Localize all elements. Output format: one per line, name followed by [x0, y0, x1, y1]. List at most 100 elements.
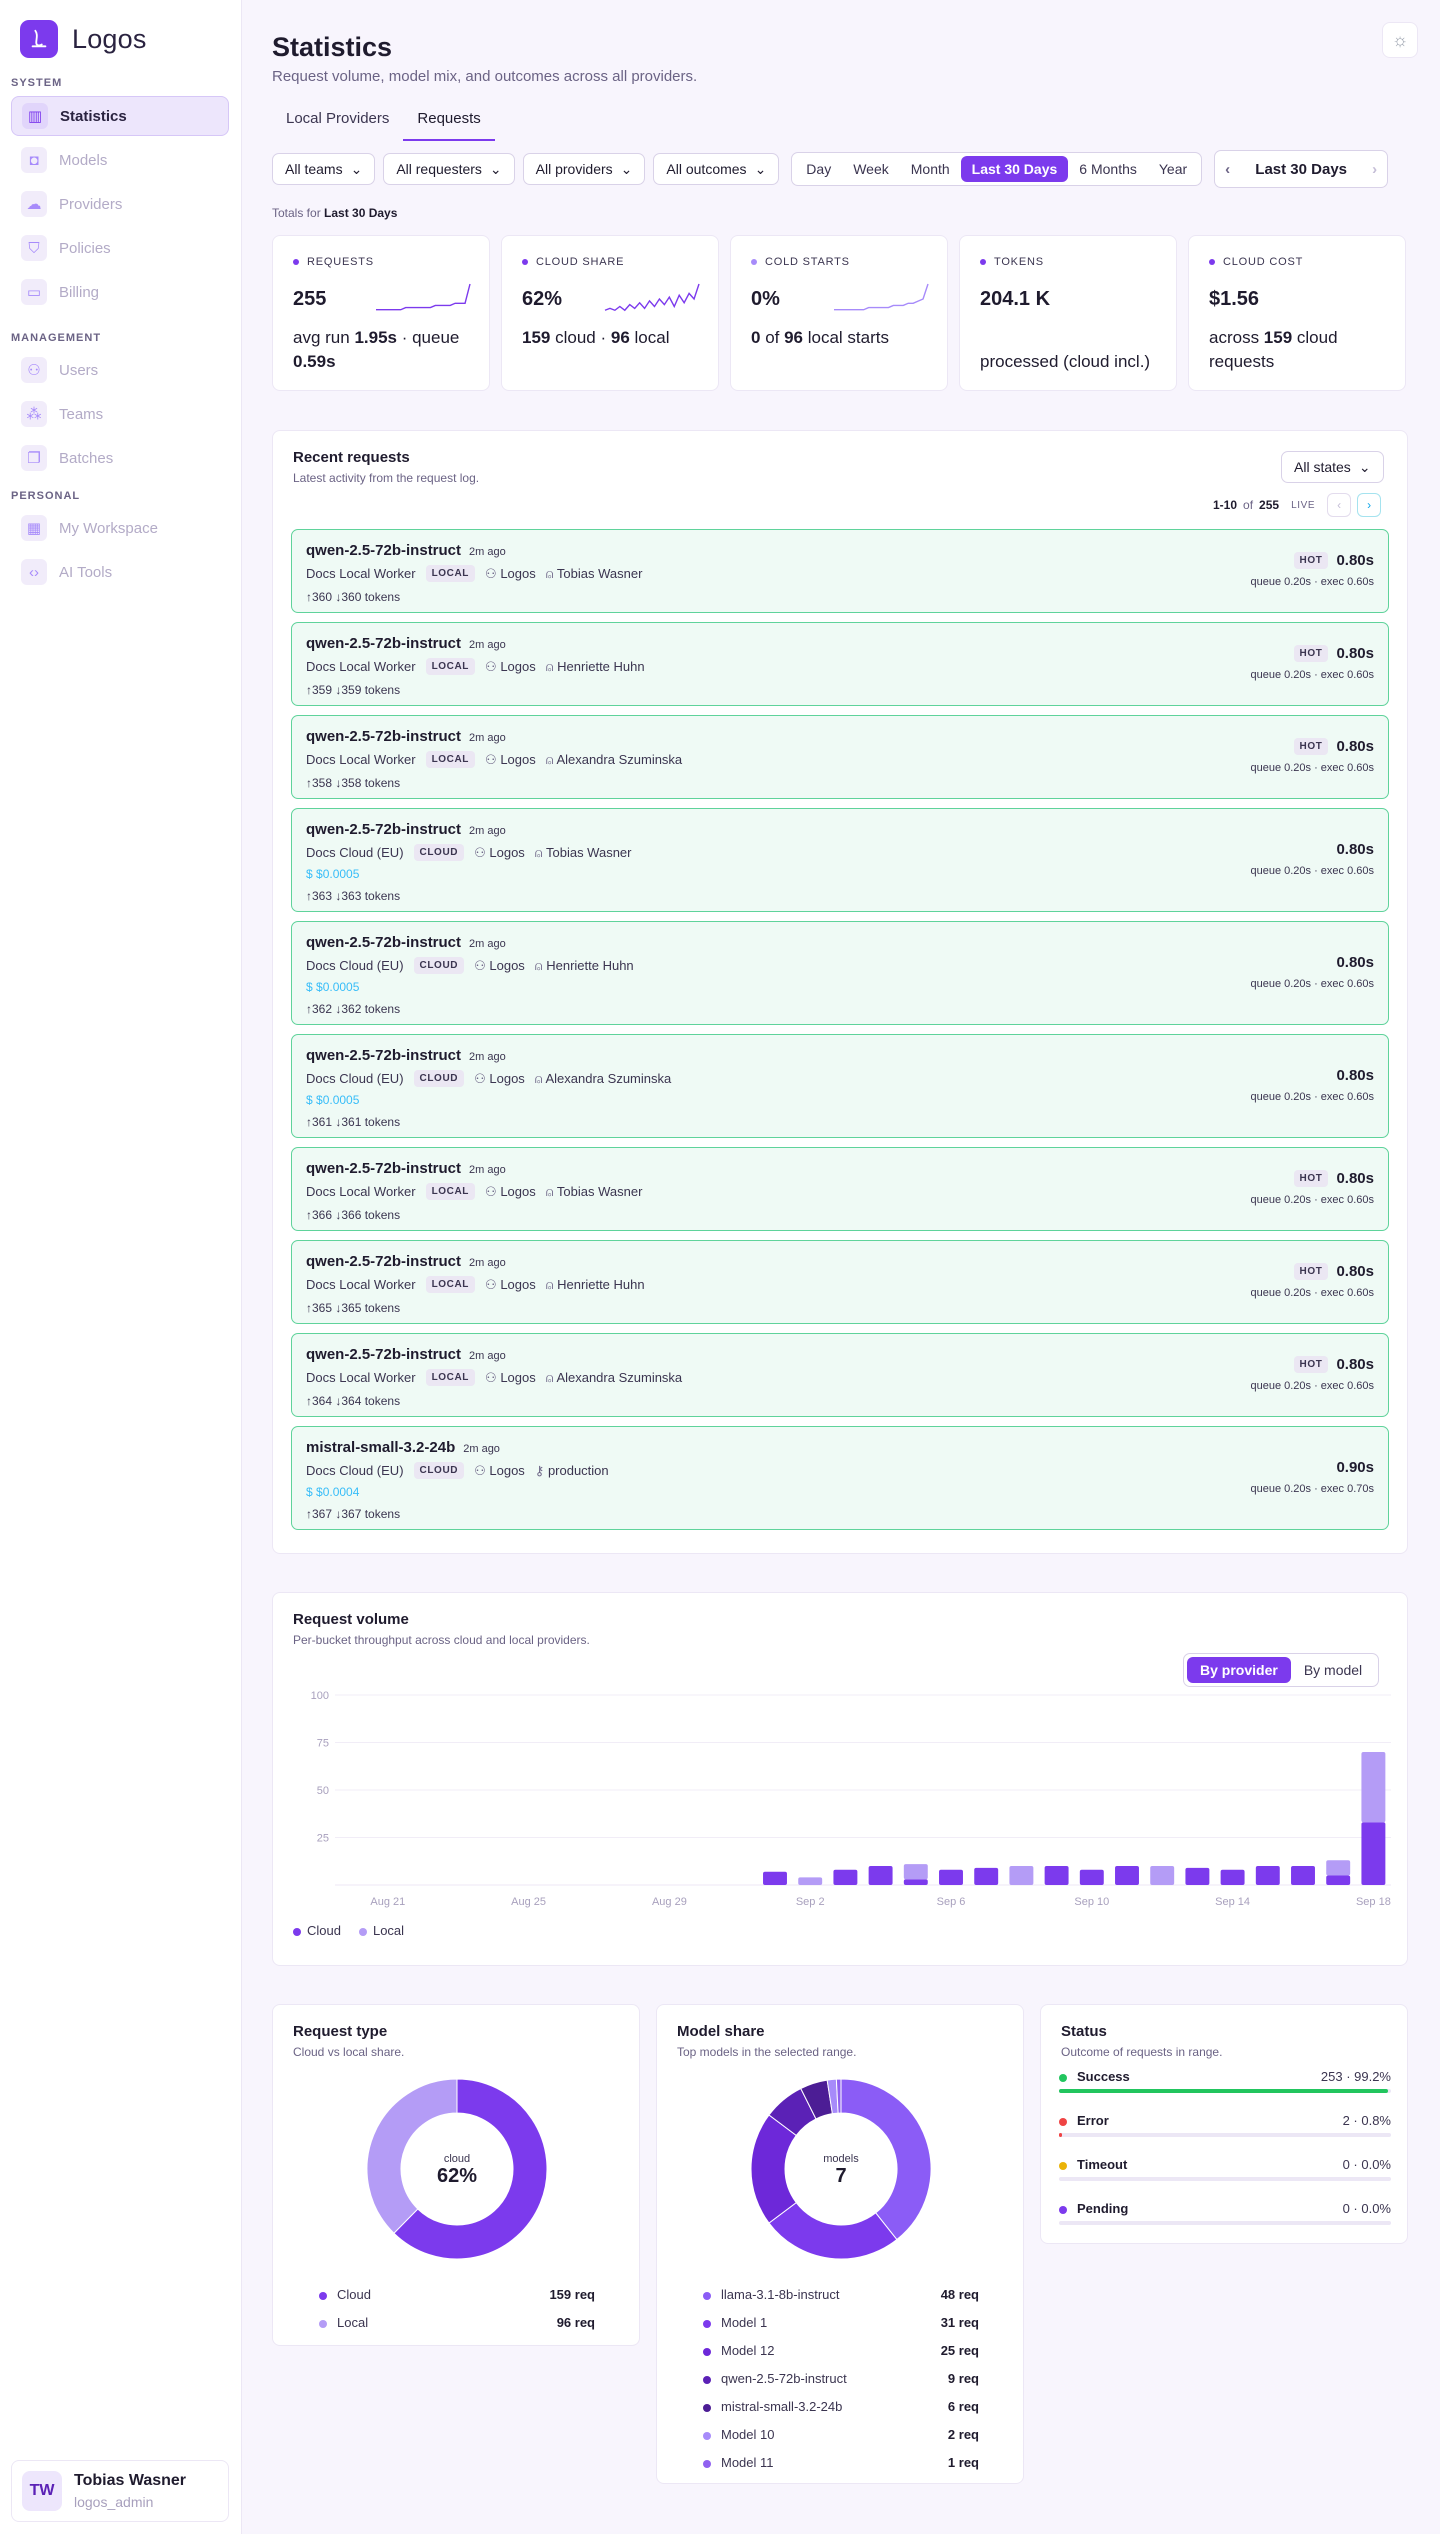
requesters-filter[interactable]: All requesters ⌄ — [383, 153, 515, 185]
user-menu[interactable]: TW Tobias Wasner logos_admin — [11, 2460, 229, 2522]
sidebar-item-batches[interactable]: ❐ Batches — [11, 438, 229, 478]
request-duration: HOT 0.80s — [1293, 645, 1374, 662]
request-user-name: Alexandra Szuminska — [556, 751, 683, 767]
chevron-left-icon[interactable]: ‹ — [1225, 161, 1230, 178]
sidebar-item-my-workspace[interactable]: ▦ My Workspace — [11, 508, 229, 548]
sidebar-item-billing[interactable]: ▭ Billing — [11, 272, 229, 312]
status-bar — [1059, 2221, 1391, 2225]
legend-label: Model 11 — [703, 2455, 774, 2470]
user-icon: ⍝ — [545, 565, 557, 581]
legend-value: 6 req — [947, 2399, 979, 2414]
request-user-name: Alexandra Szuminska — [545, 1070, 672, 1086]
kpi-label: CLOUD SHARE — [522, 256, 624, 268]
kpi-dot — [751, 259, 757, 265]
state-filter[interactable]: All states ⌄ — [1281, 451, 1384, 483]
x-tick-label: Sep 6 — [937, 1896, 966, 1908]
bar-local — [903, 1864, 928, 1880]
teams-filter[interactable]: All teams ⌄ — [272, 153, 376, 185]
range-navigator: ‹ Last 30 Days › — [1214, 150, 1389, 188]
prev-page-button[interactable]: ‹ — [1327, 493, 1352, 517]
request-duration-value: 0.80s — [1336, 552, 1374, 569]
user-icon: ⍝ — [545, 1276, 558, 1292]
dollar-icon: $ — [306, 980, 317, 994]
bar-cloud — [1255, 1866, 1280, 1885]
logo[interactable]: Logos — [20, 20, 147, 58]
sidebar-item-ai-tools[interactable]: ‹› AI Tools — [11, 552, 229, 592]
dollar-icon: $ — [306, 1093, 317, 1107]
status-bar — [1059, 2133, 1391, 2137]
range-option-last-30-days[interactable]: Last 30 Days — [960, 156, 1069, 182]
request-tokens: ↑362 ↓362 tokens — [306, 1002, 401, 1016]
next-page-button[interactable]: › — [1357, 493, 1382, 517]
request-row[interactable]: mistral-small-3.2-24b 2m ago Docs Cloud (E… — [291, 1426, 1389, 1530]
request-row[interactable]: qwen-2.5-72b-instruct 2m ago Docs Local Wo… — [291, 622, 1389, 706]
request-queue-exec: queue 0.20s · exec 0.60s — [1250, 865, 1374, 877]
sidebar-item-models[interactable]: ◘ Models — [11, 140, 229, 180]
range-option-year[interactable]: Year — [1148, 156, 1198, 182]
request-duration: HOT 0.80s — [1293, 1356, 1374, 1373]
legend-row: Model 1 31 req — [703, 2315, 979, 2330]
outcomes-filter[interactable]: All outcomes ⌄ — [653, 153, 780, 185]
request-team-name: Logos — [500, 1183, 536, 1199]
request-meta: Docs Cloud (EU) CLOUD ⚇ Logos ⍝ Alexandra S… — [306, 1070, 671, 1087]
request-team-name: Logos — [500, 658, 536, 674]
theme-toggle-button[interactable]: ☼ — [1382, 22, 1418, 58]
request-model: qwen-2.5-72b-instruct 2m ago — [306, 1253, 506, 1270]
model-share-card: Model share Top models in the selected r… — [656, 2004, 1024, 2484]
range-option-month[interactable]: Month — [900, 156, 961, 182]
sidebar-item-label: Users — [59, 361, 99, 379]
range-option-day[interactable]: Day — [795, 156, 842, 182]
legend-dot — [703, 2375, 711, 2384]
bar-local — [1150, 1866, 1175, 1885]
sidebar-item-teams[interactable]: ⁂ Teams — [11, 394, 229, 434]
chevron-right-icon[interactable]: › — [1372, 161, 1377, 178]
request-provider: Docs Local Worker — [306, 659, 416, 674]
status-bar — [1059, 2089, 1391, 2093]
request-row[interactable]: qwen-2.5-72b-instruct 2m ago Docs Local Wo… — [291, 1333, 1389, 1417]
request-team: ⚇ Logos — [485, 1277, 536, 1293]
request-row[interactable]: qwen-2.5-72b-instruct 2m ago Docs Local Wo… — [291, 715, 1389, 799]
legend-dot — [703, 2431, 711, 2440]
bar-cloud — [1220, 1869, 1245, 1885]
sidebar-item-statistics[interactable]: ▥ Statistics — [11, 96, 229, 136]
request-model: mistral-small-3.2-24b 2m ago — [306, 1439, 500, 1456]
range-navigator-label: Last 30 Days — [1255, 160, 1348, 178]
kpi-label-text: TOKENS — [994, 256, 1044, 268]
status-bar-fill — [1059, 2089, 1389, 2093]
request-meta: Docs Local Worker LOCAL ⚇ Logos ⍝ Tobias Wa… — [306, 1183, 642, 1200]
request-time: 2m ago — [469, 938, 506, 950]
sidebar-item-users[interactable]: ⚇ Users — [11, 350, 229, 390]
bar-cloud — [939, 1869, 963, 1885]
range-option-week[interactable]: Week — [842, 156, 900, 182]
kpi-card-cloud-cost: CLOUD COST $1.56 across 159 cloud requests — [1188, 235, 1406, 391]
request-row[interactable]: qwen-2.5-72b-instruct 2m ago Docs Cloud (E… — [291, 1034, 1389, 1138]
request-cost-value: $0.0005 — [316, 1093, 360, 1107]
tab-requests[interactable]: Requests — [403, 106, 495, 141]
provider-kind-badge: LOCAL — [425, 751, 476, 768]
hot-badge: HOT — [1293, 1170, 1329, 1187]
team-icon: ⚇ — [485, 658, 501, 674]
provider-kind-badge: LOCAL — [425, 1276, 476, 1293]
sidebar-item-policies[interactable]: ⛉ Policies — [11, 228, 229, 268]
sidebar-item-providers[interactable]: ☁ Providers — [11, 184, 229, 224]
request-row[interactable]: qwen-2.5-72b-instruct 2m ago Docs Local Wo… — [291, 1240, 1389, 1324]
range-option-6-months[interactable]: 6 Months — [1068, 156, 1148, 182]
status-label: Pending — [1059, 2201, 1128, 2216]
request-team: ⚇ Logos — [485, 566, 536, 582]
nav-section-label: PERSONAL — [11, 490, 81, 502]
request-row[interactable]: qwen-2.5-72b-instruct 2m ago Docs Cloud (E… — [291, 921, 1389, 1025]
team-icon: ⚇ — [474, 1070, 490, 1086]
kpi-value: 255 — [293, 288, 327, 310]
user-icon: ⍝ — [545, 751, 557, 767]
request-time: 2m ago — [469, 1051, 506, 1063]
providers-filter[interactable]: All providers ⌄ — [522, 153, 646, 185]
recent-requests-card: Recent requests Latest activity from the… — [272, 430, 1408, 1554]
request-team-name: Logos — [489, 844, 525, 860]
team-icon: ⚇ — [485, 1369, 501, 1385]
request-row[interactable]: qwen-2.5-72b-instruct 2m ago Docs Local Wo… — [291, 1147, 1389, 1231]
request-provider: Docs Cloud (EU) — [306, 845, 404, 860]
tab-local-providers[interactable]: Local Providers — [272, 106, 403, 141]
request-row[interactable]: qwen-2.5-72b-instruct 2m ago Docs Cloud (E… — [291, 808, 1389, 912]
bar-cloud — [1185, 1867, 1210, 1885]
request-row[interactable]: qwen-2.5-72b-instruct 2m ago Docs Local Wo… — [291, 529, 1389, 613]
